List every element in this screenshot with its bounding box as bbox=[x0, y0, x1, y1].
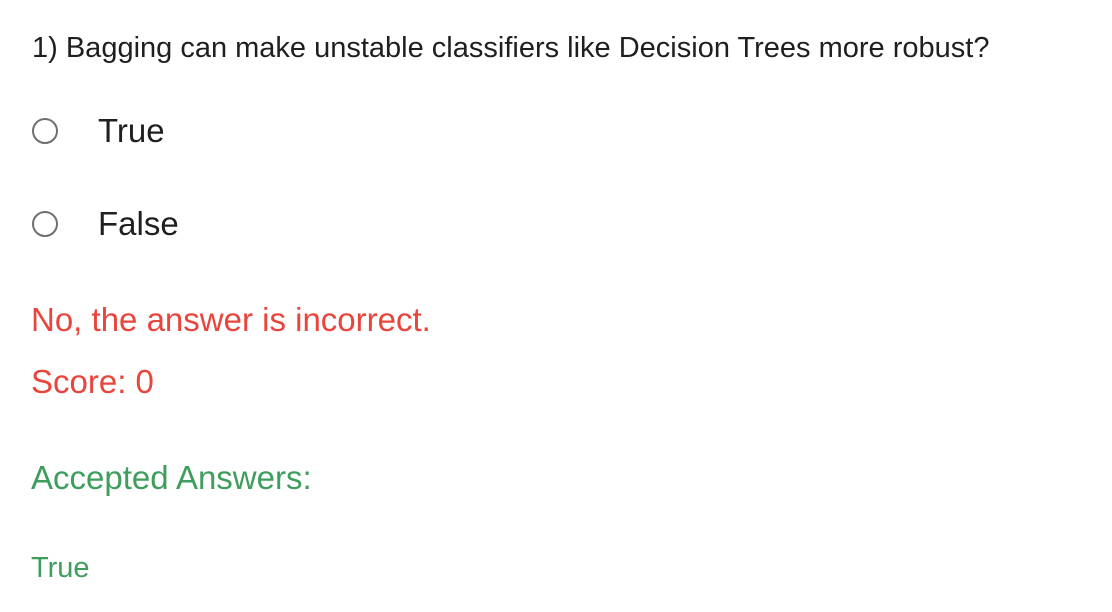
accepted-answers-heading: Accepted Answers: bbox=[31, 459, 312, 496]
option-true[interactable]: True bbox=[32, 111, 165, 151]
feedback-message: No, the answer is incorrect. bbox=[31, 301, 431, 338]
option-label: False bbox=[98, 205, 179, 242]
option-label: True bbox=[98, 112, 165, 149]
accepted-answer-value: True bbox=[31, 552, 90, 584]
radio-button-icon[interactable] bbox=[32, 211, 58, 237]
score-text: Score: 0 bbox=[31, 363, 154, 400]
question-text: 1) Bagging can make unstable classifiers… bbox=[32, 32, 990, 64]
radio-button-icon[interactable] bbox=[32, 118, 58, 144]
option-false[interactable]: False bbox=[32, 204, 179, 244]
